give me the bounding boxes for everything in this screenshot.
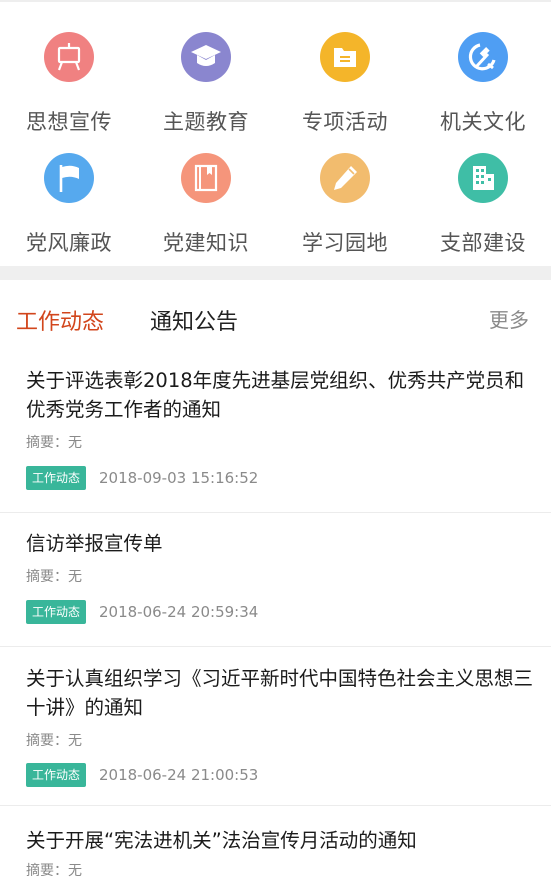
news-timestamp: 2018-06-24 21:00:53 (99, 766, 259, 784)
list-divider (0, 805, 551, 806)
news-summary: 摘要：无 (26, 863, 82, 879)
list-divider (0, 646, 551, 647)
menu-label: 支部建设 (440, 231, 526, 255)
list-item[interactable]: 关于认真组织学习《习近平新时代中国特色社会主义思想三十讲》的通知 摘要：无 工作… (0, 648, 551, 808)
menu-item-theme-education[interactable]: 主题教育 (137, 2, 275, 134)
more-link[interactable]: 更多 (489, 304, 529, 333)
news-list: 关于评选表彰2018年度先进基层党组织、优秀共产党员和优秀党务工作者的通知 摘要… (0, 350, 551, 888)
category-badge: 工作动态 (26, 763, 87, 787)
category-badge: 工作动态 (26, 600, 87, 624)
menu-label: 党风廉政 (26, 231, 112, 255)
icon-bg-4 (44, 153, 94, 203)
menu-item-office-culture[interactable]: 机关文化 (414, 2, 551, 134)
list-item[interactable]: 信访举报宣传单 摘要：无 工作动态 2018-06-24 20:59:34 (0, 514, 551, 648)
menu-item-integrity[interactable]: 党风廉政 (0, 123, 138, 255)
graduation-cap-icon (181, 32, 231, 82)
menu-item-party-knowledge[interactable]: 党建知识 (137, 123, 275, 255)
news-summary: 摘要：无 (26, 733, 82, 749)
news-tabs: 工作动态 通知公告 更多 (0, 280, 551, 350)
icon-bg-0 (44, 32, 94, 82)
flag-icon (44, 153, 94, 203)
icon-bg-5 (181, 153, 231, 203)
building-icon (458, 153, 508, 203)
hammer-sickle-icon (458, 32, 508, 82)
news-timestamp: 2018-06-24 20:59:34 (99, 603, 259, 621)
category-badge: 工作动态 (26, 466, 87, 490)
category-grid: 思想宣传 主题教育 专项活动 机关文化 党风廉政 党建知识 学习园地 支部建设 (0, 2, 551, 266)
list-item[interactable]: 关于评选表彰2018年度先进基层党组织、优秀共产党员和优秀党务工作者的通知 摘要… (0, 350, 551, 514)
menu-label: 学习园地 (302, 231, 388, 255)
list-item[interactable]: 关于开展“宪法进机关”法治宣传月活动的通知 摘要：无 (0, 808, 551, 888)
section-separator (0, 266, 551, 280)
tab-notices[interactable]: 通知公告 (150, 304, 238, 336)
menu-label: 党建知识 (163, 231, 249, 255)
menu-item-study-garden[interactable]: 学习园地 (276, 123, 414, 255)
tab-work-updates[interactable]: 工作动态 (16, 304, 104, 336)
menu-item-ideology[interactable]: 思想宣传 (0, 2, 138, 134)
news-summary: 摘要：无 (26, 435, 82, 451)
pencil-icon (320, 153, 370, 203)
news-title: 关于认真组织学习《习近平新时代中国特色社会主义思想三十讲》的通知 (26, 667, 534, 719)
news-title: 关于开展“宪法进机关”法治宣传月活动的通知 (26, 829, 417, 852)
news-timestamp: 2018-09-03 15:16:52 (99, 469, 259, 487)
menu-item-branch-building[interactable]: 支部建设 (414, 123, 551, 255)
blackboard-icon (44, 32, 94, 82)
menu-item-special-activities[interactable]: 专项活动 (276, 2, 414, 134)
folder-icon (320, 32, 370, 82)
news-summary: 摘要：无 (26, 569, 82, 585)
news-title: 关于评选表彰2018年度先进基层党组织、优秀共产党员和优秀党务工作者的通知 (26, 369, 525, 421)
news-title: 信访举报宣传单 (26, 532, 163, 555)
book-icon (181, 153, 231, 203)
icon-bg-3 (458, 32, 508, 82)
list-divider (0, 512, 551, 513)
